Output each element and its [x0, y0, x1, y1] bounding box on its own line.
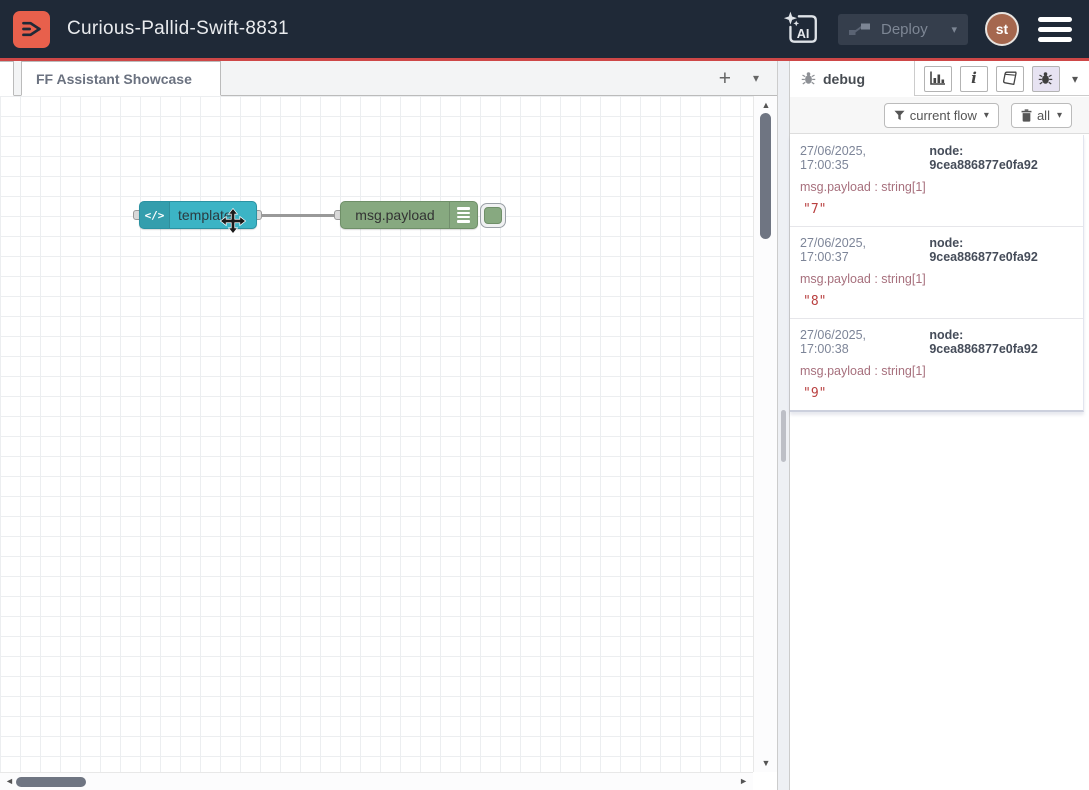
trash-icon	[1021, 109, 1032, 122]
tab-ff-assistant-showcase[interactable]: FF Assistant Showcase	[21, 61, 221, 96]
debug-filter-button[interactable]: current flow ▾	[884, 103, 999, 128]
message-property: msg.payload : string[1]	[800, 364, 1073, 378]
debug-message[interactable]: 27/06/2025, 17:00:38 node: 9cea886877e0f…	[790, 319, 1083, 410]
ai-assistant-button[interactable]: AI	[781, 9, 821, 49]
debug-message-meta: 27/06/2025, 17:00:35 node: 9cea886877e0f…	[800, 144, 1073, 172]
flow-list-chevron-icon[interactable]: ▾	[753, 71, 759, 85]
flowfuse-logo-icon	[18, 15, 46, 43]
horizontal-scrollbar[interactable]: ◄ ►	[0, 772, 753, 790]
debug-clear-button[interactable]: all ▾	[1011, 103, 1072, 128]
message-node-id: node: 9cea886877e0fa92	[929, 328, 1073, 356]
debug-node-label: msg.payload	[341, 202, 449, 228]
scroll-left-icon[interactable]: ◄	[5, 776, 14, 786]
menu-bar	[1038, 17, 1072, 22]
bug-icon	[1038, 71, 1053, 86]
debug-filter-label: current flow	[910, 108, 977, 123]
horizontal-scrollbar-thumb[interactable]	[16, 777, 86, 787]
book-icon	[1002, 71, 1018, 86]
message-timestamp: 27/06/2025, 17:00:35	[800, 144, 916, 172]
message-property: msg.payload : string[1]	[800, 180, 1073, 194]
message-node-id: node: 9cea886877e0fa92	[929, 236, 1073, 264]
sidebar-header: debug i	[790, 61, 1089, 96]
debug-message[interactable]: 27/06/2025, 17:00:37 node: 9cea886877e0f…	[790, 227, 1083, 319]
message-value: "9"	[800, 386, 1073, 401]
main-area: FF Assistant Showcase + ▾ </> template m…	[0, 61, 1089, 790]
sidebar-tabs-chevron-icon[interactable]: ▾	[1072, 72, 1078, 86]
flow-tab-label: FF Assistant Showcase	[36, 71, 192, 87]
info-button[interactable]: i	[960, 66, 988, 92]
sidebar-toolbar: i	[924, 61, 1089, 96]
deploy-label: Deploy	[881, 21, 928, 38]
deploy-options-chevron-icon[interactable]: ▾	[951, 23, 957, 36]
message-property: msg.payload : string[1]	[800, 272, 1073, 286]
debug-toggle-button[interactable]	[480, 203, 506, 228]
scroll-down-icon[interactable]: ▼	[754, 758, 778, 768]
ai-sparkle-icon: AI	[782, 10, 820, 48]
workspace-tabbar: FF Assistant Showcase + ▾	[0, 61, 777, 96]
move-cursor-icon	[220, 208, 246, 234]
sidebar-tab-label: debug	[823, 71, 865, 87]
funnel-icon	[894, 110, 905, 121]
debug-list-icon	[449, 202, 477, 228]
message-timestamp: 27/06/2025, 17:00:37	[800, 236, 916, 264]
debug-clear-label: all	[1037, 108, 1050, 123]
deploy-icon	[849, 21, 871, 37]
flow-canvas[interactable]: </> template msg.payload	[0, 96, 753, 772]
bar-chart-icon	[929, 71, 946, 86]
instance-title: Curious-Pallid-Swift-8831	[67, 18, 289, 40]
svg-text:AI: AI	[797, 27, 810, 41]
sidebar-tab-debug[interactable]: debug	[790, 61, 915, 96]
message-value: "7"	[800, 202, 1073, 217]
help-book-button[interactable]	[996, 66, 1024, 92]
debug-message-list: 27/06/2025, 17:00:35 node: 9cea886877e0f…	[790, 135, 1084, 412]
debug-toggle-state	[484, 207, 502, 224]
header-actions: AI Deploy ▾ st	[781, 9, 1089, 49]
scroll-up-icon[interactable]: ▲	[754, 100, 778, 110]
partial-flow-tab[interactable]	[0, 61, 14, 96]
scroll-right-icon[interactable]: ►	[739, 776, 748, 786]
flowfuse-logo[interactable]	[13, 11, 50, 48]
debug-filter-bar: current flow ▾ all ▾	[790, 97, 1089, 134]
vertical-scrollbar[interactable]: ▲ ▼	[753, 96, 777, 772]
app-header: Curious-Pallid-Swift-8831 AI Deploy ▾ st	[0, 0, 1089, 58]
message-value: "8"	[800, 294, 1073, 309]
menu-bar	[1038, 27, 1072, 32]
clear-chevron-icon: ▾	[1057, 110, 1062, 121]
main-menu-button[interactable]	[1036, 13, 1074, 46]
bug-icon	[801, 71, 816, 86]
dashboard-chart-button[interactable]	[924, 66, 952, 92]
workspace: FF Assistant Showcase + ▾ </> template m…	[0, 61, 777, 790]
message-node-id: node: 9cea886877e0fa92	[929, 144, 1073, 172]
node-msg-payload[interactable]: msg.payload	[340, 201, 478, 229]
tab-actions: + ▾	[719, 61, 759, 95]
debug-message-meta: 27/06/2025, 17:00:38 node: 9cea886877e0f…	[800, 328, 1073, 356]
wire-template-to-debug[interactable]	[257, 214, 342, 217]
message-timestamp: 27/06/2025, 17:00:38	[800, 328, 916, 356]
scrollbar-corner	[753, 772, 777, 790]
vertical-scrollbar-thumb[interactable]	[760, 113, 771, 239]
sidebar: debug i	[790, 61, 1089, 790]
debug-message[interactable]: 27/06/2025, 17:00:35 node: 9cea886877e0f…	[790, 135, 1083, 227]
sidebar-separator[interactable]	[777, 61, 790, 790]
user-avatar[interactable]: st	[985, 12, 1019, 46]
info-icon: i	[971, 71, 977, 86]
filter-chevron-icon: ▾	[984, 110, 989, 121]
debug-sidebar-button[interactable]	[1032, 66, 1060, 92]
add-flow-button[interactable]: +	[719, 68, 731, 89]
separator-grip-handle[interactable]	[781, 410, 786, 462]
menu-bar	[1038, 37, 1072, 42]
debug-message-meta: 27/06/2025, 17:00:37 node: 9cea886877e0f…	[800, 236, 1073, 264]
code-icon: </>	[140, 202, 170, 228]
deploy-button[interactable]: Deploy ▾	[838, 14, 968, 45]
